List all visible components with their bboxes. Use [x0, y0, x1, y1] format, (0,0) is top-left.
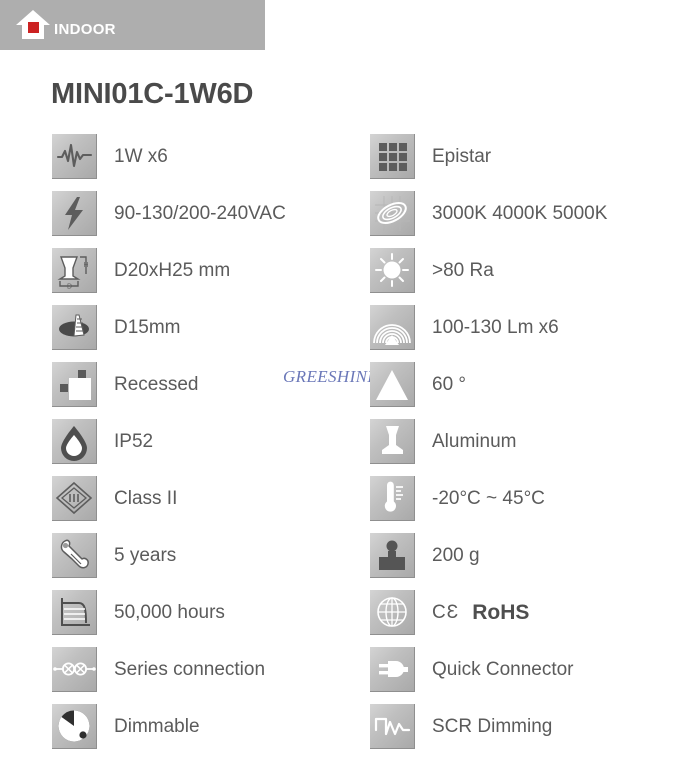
- spec-label: 90-130/200-240VAC: [114, 203, 286, 224]
- weight-icon: [370, 533, 415, 578]
- housing-material-icon: [370, 419, 415, 464]
- spec-label: Quick Connector: [432, 659, 574, 680]
- spec-label: D20xH25 mm: [114, 260, 231, 281]
- class-two-icon: [52, 476, 97, 521]
- spec-label: -20°C ~ 45°C: [432, 488, 545, 509]
- plug-connector-icon: [370, 647, 415, 692]
- spec-label: IP52: [114, 431, 154, 452]
- svg-text:D: D: [67, 284, 72, 291]
- page-title: MINI01C-1W6D: [51, 78, 254, 110]
- indoor-badge: INDOOR: [0, 0, 265, 50]
- spec-label: 50,000 hours: [114, 602, 225, 623]
- spec-row: -20°C ~ 45°C: [370, 470, 690, 527]
- spec-row: Dimmable: [52, 698, 370, 755]
- spec-row: 50,000 hours: [52, 584, 370, 641]
- color-temp-icon: [370, 191, 415, 236]
- spec-label: 60 °: [432, 374, 467, 395]
- spec-label: 5 years: [114, 545, 177, 566]
- spec-row: 90-130/200-240VAC: [52, 185, 370, 242]
- spec-label: D15mm: [114, 317, 181, 338]
- svg-text:H: H: [84, 262, 89, 269]
- spec-row: SCR Dimming: [370, 698, 690, 755]
- spec-row: Series connection: [52, 641, 370, 698]
- series-circuit-icon: [52, 647, 97, 692]
- spec-label: Aluminum: [432, 431, 517, 452]
- lifetime-graph-icon: [52, 590, 97, 635]
- spec-label: Epistar: [432, 146, 492, 167]
- thermometer-icon: [370, 476, 415, 521]
- scr-wave-icon: [370, 704, 415, 749]
- spec-row: 3000K 4000K 5000K: [370, 185, 690, 242]
- spec-label: 3000K 4000K 5000K: [432, 203, 608, 224]
- spec-label: 200 g: [432, 545, 480, 566]
- spec-row: H D D20xH25 mm: [52, 242, 370, 299]
- dimensions-icon: H D: [52, 248, 97, 293]
- spec-label: Dimmable: [114, 716, 200, 737]
- spec-row: Aluminum: [370, 413, 690, 470]
- rohs-mark-label: RoHS: [472, 601, 530, 624]
- spec-row: 100-130 Lm x6: [370, 299, 690, 356]
- spec-row: Epistar: [370, 128, 690, 185]
- spec-label-certification: CƐ RoHS: [432, 602, 529, 623]
- luminous-flux-icon: [370, 305, 415, 350]
- wrench-icon: [52, 533, 97, 578]
- spec-row: Quick Connector: [370, 641, 690, 698]
- spec-row: 5 years: [52, 527, 370, 584]
- spec-grid: 1W x6 90-130/200-240VAC H D D20xH25 mm D…: [0, 128, 700, 755]
- spec-row: IP52: [52, 413, 370, 470]
- spec-row: 1W x6: [52, 128, 370, 185]
- spec-label: Series connection: [114, 659, 266, 680]
- spec-label: 100-130 Lm x6: [432, 317, 559, 338]
- spec-row: 60 °: [370, 356, 690, 413]
- waveform-icon: [52, 134, 97, 179]
- spec-row: >80 Ra: [370, 242, 690, 299]
- spec-column-left: 1W x6 90-130/200-240VAC H D D20xH25 mm D…: [52, 128, 370, 755]
- sun-cri-icon: [370, 248, 415, 293]
- lightning-bolt-icon: [52, 191, 97, 236]
- spec-row: Recessed: [52, 356, 370, 413]
- recessed-mount-icon: [52, 362, 97, 407]
- indoor-badge-label: INDOOR: [54, 21, 116, 38]
- water-drop-icon: [52, 419, 97, 464]
- dimmer-knob-icon: [52, 704, 97, 749]
- globe-cert-icon: [370, 590, 415, 635]
- spec-label: 1W x6: [114, 146, 168, 167]
- spec-row: Class II: [52, 470, 370, 527]
- spec-label: Recessed: [114, 374, 199, 395]
- led-chip-grid-icon: [370, 134, 415, 179]
- ce-mark-label: CƐ: [432, 602, 460, 623]
- spec-row: D15mm: [52, 299, 370, 356]
- beam-angle-icon: [370, 362, 415, 407]
- spec-row: CƐ RoHS: [370, 584, 690, 641]
- spec-row: 200 g: [370, 527, 690, 584]
- spec-column-right: Epistar 3000K 4000K 5000K >80 Ra 100-130…: [370, 128, 690, 755]
- spec-label: SCR Dimming: [432, 716, 553, 737]
- cutout-hole-icon: [52, 305, 97, 350]
- spec-label: Class II: [114, 488, 178, 509]
- spec-label: >80 Ra: [432, 260, 494, 281]
- house-icon: [16, 10, 50, 39]
